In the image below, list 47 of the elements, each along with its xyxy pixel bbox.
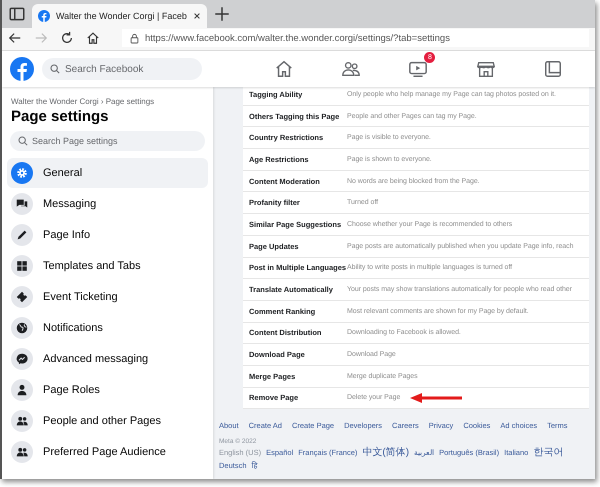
search-icon	[18, 136, 28, 146]
close-icon[interactable]	[193, 12, 201, 20]
url-text: https://www.facebook.com/walter.the.wonder.corgi/settings/?tab=settings	[145, 32, 450, 44]
people-icon[interactable]	[341, 59, 362, 79]
globe-icon	[15, 321, 29, 335]
facebook-logo-icon[interactable]	[10, 57, 34, 81]
sidebar-item[interactable]: Page Roles	[7, 375, 208, 405]
home-icon[interactable]	[86, 31, 100, 45]
messenger-icon	[15, 352, 29, 366]
sidebar-item[interactable]: Messaging	[7, 189, 208, 219]
new-tab-icon[interactable]	[213, 5, 231, 23]
sidebar-item[interactable]: Notifications	[7, 313, 208, 343]
groups-icon[interactable]	[543, 59, 564, 79]
grid-icon	[15, 259, 29, 273]
tab-actions-icon[interactable]	[8, 5, 26, 23]
search-placeholder: Search Page settings	[32, 136, 118, 146]
search-icon	[50, 64, 60, 74]
home-icon[interactable]	[274, 59, 294, 79]
facebook-logo-icon	[38, 10, 50, 22]
language-link[interactable]: 한국어	[533, 447, 564, 460]
search-field[interactable]: Search Facebook	[42, 58, 202, 80]
sidebar-item[interactable]: Event Ticketing	[7, 282, 208, 312]
pencil-icon	[15, 228, 29, 242]
sidebar-item[interactable]: Preferred Page Audience	[7, 437, 208, 467]
sidebar-item[interactable]: People and other Pages	[7, 406, 208, 436]
sidebar-item[interactable]: Templates and Tabs	[7, 251, 208, 281]
gear-icon	[15, 166, 29, 180]
search-placeholder: Search Facebook	[65, 64, 144, 74]
back-icon[interactable]	[8, 31, 22, 45]
ticket-icon	[15, 290, 29, 304]
language-link[interactable]: 中文(简体)	[362, 447, 410, 460]
sidebar-item[interactable]: General	[7, 158, 208, 188]
sidebar-item[interactable]: Page Info	[7, 220, 208, 250]
person-icon	[15, 383, 29, 397]
browser-tab[interactable]: Walter the Wonder Corgi | Faceb	[32, 4, 207, 28]
tab-title: Walter the Wonder Corgi | Faceb	[56, 11, 187, 21]
breadcrumb: Walter the Wonder Corgi › Page settings	[11, 97, 156, 106]
lock-icon	[130, 32, 139, 44]
search-field[interactable]: Search Page settings	[10, 131, 205, 151]
sidebar-item[interactable]: Advanced messaging	[7, 344, 208, 374]
page-title: Page settings	[11, 108, 110, 125]
store-icon[interactable]	[476, 59, 496, 79]
people-icon	[15, 445, 29, 459]
address-bar[interactable]: https://www.facebook.com/walter.the.wonder.corgi/settings/?tab=settings	[122, 29, 589, 47]
video-icon[interactable]	[408, 59, 428, 79]
reload-icon[interactable]	[60, 31, 74, 45]
people-icon	[15, 414, 29, 428]
